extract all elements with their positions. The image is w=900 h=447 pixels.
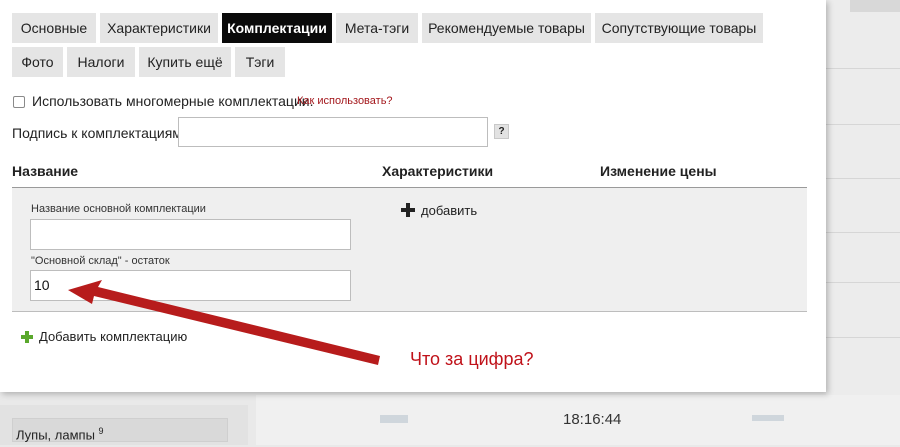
multidim-kits-checkbox[interactable]	[13, 96, 25, 108]
kits-caption-input[interactable]	[178, 117, 488, 147]
background-divider	[826, 178, 900, 179]
stock-label: "Основной склад" - остаток	[31, 255, 170, 267]
add-icon[interactable]	[401, 203, 415, 217]
tab-kits[interactable]: Комплектации	[222, 13, 332, 43]
add-characteristic-button[interactable]: добавить	[421, 203, 477, 218]
sidebar-category-count: 9	[98, 426, 104, 436]
tab-tags[interactable]: Тэги	[235, 47, 285, 77]
kit-name-label: Название основной комплектации	[31, 203, 206, 215]
kit-name-input[interactable]	[30, 219, 351, 250]
background-divider	[826, 68, 900, 69]
tab-photo[interactable]: Фото	[12, 47, 63, 77]
tab-taxes[interactable]: Налоги	[67, 47, 135, 77]
add-kit-icon[interactable]	[21, 331, 33, 343]
tab-related-products[interactable]: Сопутствующие товары	[595, 13, 763, 43]
sidebar-category-item[interactable]: Лупы, лампы 9	[12, 418, 228, 442]
background-panel	[826, 0, 900, 445]
tab-meta-tags[interactable]: Мета-тэги	[336, 13, 418, 43]
how-to-use-link[interactable]: Как использовать?	[297, 95, 393, 107]
stock-input[interactable]: 10	[30, 270, 351, 301]
sidebar-category-label: Лупы, лампы	[16, 427, 95, 443]
background-chip	[380, 415, 408, 423]
background-box	[850, 0, 900, 12]
background-time: 18:16:44	[563, 411, 622, 428]
tab-main[interactable]: Основные	[12, 13, 96, 43]
add-kit-button[interactable]: Добавить комплектацию	[39, 329, 187, 344]
background-divider	[826, 337, 900, 338]
multidim-kits-label: Использовать многомерные комплектации.	[32, 93, 314, 109]
tab-recommended-products[interactable]: Рекомендуемые товары	[422, 13, 591, 43]
column-header-price-change: Изменение цены	[600, 163, 717, 179]
help-button[interactable]: ?	[494, 124, 509, 139]
product-edit-modal: Основные Характеристики Комплектации Мет…	[0, 0, 826, 392]
annotation-question: Что за цифра?	[410, 349, 534, 369]
column-header-characteristics: Характеристики	[382, 163, 494, 179]
column-header-name: Название	[12, 163, 79, 179]
background-divider	[826, 232, 900, 233]
tab-buy-more[interactable]: Купить ещё	[139, 47, 231, 77]
background-divider	[826, 282, 900, 283]
background-chip	[752, 415, 784, 421]
tab-characteristics[interactable]: Характеристики	[100, 13, 218, 43]
background-divider	[826, 124, 900, 125]
kits-caption-label: Подпись к комплектациям:	[12, 125, 186, 141]
